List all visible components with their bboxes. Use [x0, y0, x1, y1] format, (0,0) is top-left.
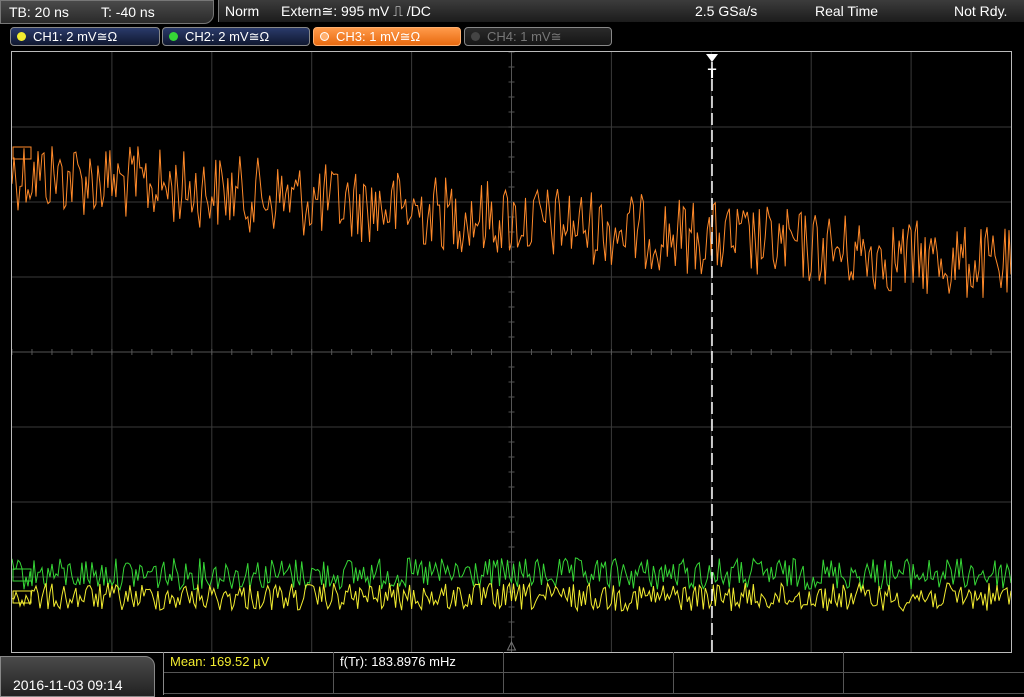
acquisition-state: Not Rdy.	[954, 3, 1008, 19]
channel-1-chip[interactable]: CH1: 2 mV≅Ω	[10, 27, 160, 46]
ch1-label: CH1: 2 mV≅Ω	[33, 29, 118, 44]
timestamp: 2016-11-03 09:14	[13, 677, 123, 693]
measurement-slot-4[interactable]	[674, 652, 844, 673]
ch2-indicator-icon	[169, 32, 178, 41]
acquisition-mode: Real Time	[815, 3, 879, 19]
measurement-slot-6[interactable]	[164, 673, 334, 694]
channel-bar: CH1: 2 mV≅Ω CH2: 2 mV≅Ω CH3: 1 mV≅Ω CH4:…	[0, 26, 1024, 48]
status-bar: Norm Extern≅: 995 mV ⎍ /DC 2.5 GSa/s Rea…	[218, 0, 1024, 22]
trigger-marker-label: T	[708, 65, 717, 81]
ch1-indicator-icon	[17, 32, 26, 41]
sample-rate: 2.5 GSa/s	[695, 3, 758, 19]
date-box: 2016-11-03 09:14	[0, 656, 155, 697]
ch4-indicator-icon	[471, 32, 480, 41]
mean-measurement[interactable]: Mean: 169.52 µV	[164, 652, 334, 673]
trigger-mode[interactable]: Norm	[225, 3, 259, 19]
channel-4-chip[interactable]: CH4: 1 mV≅	[464, 27, 612, 46]
timebase-label: TB: 20 ns	[9, 4, 69, 20]
waveform-display[interactable]: T	[11, 51, 1012, 653]
channel-3-chip[interactable]: CH3: 1 mV≅Ω	[313, 27, 461, 46]
measurement-slot-3[interactable]	[504, 652, 674, 673]
measurement-slot-9[interactable]	[674, 673, 844, 694]
frequency-measurement[interactable]: f(Tr): 183.8976 mHz	[334, 652, 504, 673]
ch3-label: CH3: 1 mV≅Ω	[336, 29, 421, 44]
trigger-offset-label: T: -40 ns	[101, 4, 155, 20]
measurement-panel[interactable]: Mean: 169.52 µV f(Tr): 183.8976 mHz	[163, 652, 1024, 695]
top-bar: TB: 20 ns T: -40 ns Norm Extern≅: 995 mV…	[0, 0, 1024, 24]
measurement-slot-10[interactable]	[844, 673, 1024, 694]
trigger-source[interactable]: Extern≅: 995 mV ⎍ /DC	[281, 3, 431, 20]
bottom-bar: 2016-11-03 09:14 Mean: 169.52 µV f(Tr): …	[0, 652, 1024, 697]
measurement-slot-8[interactable]	[504, 673, 674, 694]
waveform-canvas: T	[12, 52, 1011, 652]
measurement-slot-5[interactable]	[844, 652, 1024, 673]
ch4-label: CH4: 1 mV≅	[487, 29, 562, 44]
measurement-slot-7[interactable]	[334, 673, 504, 694]
channel-2-chip[interactable]: CH2: 2 mV≅Ω	[162, 27, 310, 46]
timebase-box[interactable]: TB: 20 ns T: -40 ns	[0, 0, 214, 24]
ch3-indicator-icon	[320, 32, 329, 41]
ch2-label: CH2: 2 mV≅Ω	[185, 29, 270, 44]
ch3-offset-marker-icon	[12, 146, 32, 160]
trigger-position-icon	[706, 54, 718, 62]
